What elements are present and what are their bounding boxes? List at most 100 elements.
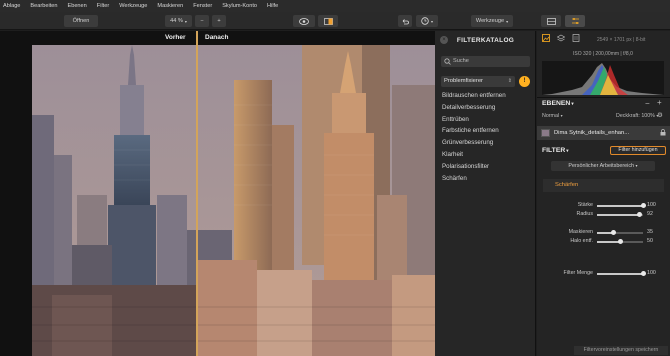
active-filter-name: Schärfen (555, 182, 579, 188)
menu-item-0[interactable]: Ablage (3, 3, 20, 9)
catalog-title: FILTERKATALOG (456, 37, 515, 44)
slider-value: 100 (647, 202, 656, 208)
image-canvas[interactable]: Vorher Danach (0, 31, 435, 356)
metadata-icon[interactable] (572, 34, 580, 42)
filter-item[interactable]: Klarheit (442, 151, 463, 158)
filter-item[interactable]: Polarisationsfilter (442, 163, 489, 170)
slider-track[interactable] (597, 239, 643, 244)
preview-eye-button[interactable] (293, 15, 315, 27)
slider-knob[interactable] (617, 239, 623, 244)
slider-knob[interactable] (640, 203, 646, 208)
slider-label: Filter Menge (563, 270, 593, 276)
menu-item-6[interactable]: Fenster (193, 3, 212, 9)
menu-item-5[interactable]: Maskieren (157, 3, 183, 9)
search-input[interactable]: Suche (441, 56, 530, 67)
chevron-down-icon: ▾ (506, 18, 509, 24)
slider-label: Halo entf. (570, 238, 593, 244)
filter-item[interactable]: Schärfen (442, 175, 467, 182)
open-button[interactable]: Öffnen (64, 15, 98, 27)
slider-fill (597, 205, 643, 207)
slider-track[interactable] (597, 230, 643, 235)
compare-button[interactable] (318, 15, 338, 27)
adjustments-panel: 2549 × 1701 px | 8-bit ISO 320 | 200,00m… (537, 31, 670, 356)
slider-track[interactable] (597, 271, 646, 276)
slider-value: 35 (647, 229, 653, 235)
eye-icon (299, 17, 309, 25)
filter-item[interactable]: Grünverbesserung (442, 139, 493, 146)
slider-label: Maskieren (568, 229, 593, 235)
tools-dropdown[interactable]: Werkzeuge ▾ (471, 15, 513, 27)
add-layer-button[interactable]: + (657, 98, 662, 107)
layers-title[interactable]: EBENEN▾ (542, 100, 574, 107)
before-after-divider[interactable] (196, 31, 198, 356)
layers-title-text: EBENEN (542, 100, 571, 107)
exif-info: ISO 320 | 200,00mm | f/8,0 (573, 51, 633, 57)
slider-track[interactable] (597, 212, 643, 217)
menu-item-2[interactable]: Ebenen (67, 3, 86, 9)
chevron-down-icon: ▾ (560, 113, 563, 118)
filter-item[interactable]: Bildrauschen entfernen (442, 92, 506, 99)
menu-item-8[interactable]: Hilfe (267, 3, 278, 9)
category-dropdown[interactable]: Problemfixierer ⇕ (441, 76, 515, 87)
zoom-dropdown[interactable]: 44 % ▾ (165, 15, 192, 27)
undo-icon (402, 18, 409, 24)
toolbar: Öffnen 44 % ▾ − + ▾ Werkzeuge ▾ (0, 12, 670, 30)
slider-track[interactable] (597, 203, 646, 208)
chevron-down-icon: ▾ (571, 101, 574, 106)
info-icon[interactable]: ! (519, 76, 530, 87)
menu-item-1[interactable]: Bearbeiten (30, 3, 57, 9)
city-photo (32, 45, 435, 356)
layers-icon[interactable] (556, 34, 566, 42)
slider-knob[interactable] (640, 271, 646, 276)
category-label: Problemfixierer (444, 78, 483, 84)
layer-row[interactable]: Dima Sytnik_details_enhan... (537, 126, 670, 140)
image-icon[interactable] (542, 34, 550, 42)
divider (537, 97, 670, 98)
menu-item-4[interactable]: Werkzeuge (119, 3, 147, 9)
zoom-level: 44 % (170, 18, 183, 24)
slider-fill (597, 214, 640, 216)
slider-knob[interactable] (636, 212, 642, 217)
add-filter-button[interactable]: Filter hinzufügen (610, 146, 666, 155)
filter-item[interactable]: Enttrüben (442, 116, 469, 123)
filter-catalog-panel: × FILTERKATALOG Suche Problemfixierer ⇕ … (435, 31, 536, 356)
slider-knob[interactable] (610, 230, 616, 235)
opacity-control[interactable]: Deckkraft: 100% ▾ (616, 113, 658, 119)
slider-value: 100 (647, 270, 656, 276)
menu-item-3[interactable]: Filter (97, 3, 109, 9)
filter-title[interactable]: FILTER▾ (542, 147, 569, 154)
zoom-out-button[interactable]: − (195, 15, 209, 27)
zoom-in-button[interactable]: + (212, 15, 226, 27)
workspace-preset-label: Persönlicher Arbeitsbereich (568, 163, 635, 169)
image-dimensions: 2549 × 1701 px | 8-bit (597, 37, 646, 43)
slider-label: Stärke (577, 202, 593, 208)
gear-icon[interactable]: ⚙ (657, 111, 663, 119)
slider-row: Filter Menge 100 (537, 270, 670, 278)
undo-button[interactable] (398, 15, 412, 27)
active-filter-header[interactable]: Schärfen (543, 179, 664, 192)
adjust-panel-button[interactable] (565, 15, 585, 27)
clock-icon (421, 17, 429, 25)
menu-bar: Ablage Bearbeiten Ebenen Filter Werkzeuge Mas… (0, 0, 670, 12)
catalog-toggle-button[interactable] (541, 15, 561, 27)
layer-name: Dima Sytnik_details_enhan... (554, 130, 630, 136)
lock-icon (660, 129, 666, 138)
filter-item[interactable]: Farbstiche entfernen (442, 127, 499, 134)
blend-mode-select[interactable]: Normal ▾ (542, 113, 563, 119)
before-label: Vorher (165, 34, 186, 41)
slider-row: Maskieren 35 (537, 229, 670, 237)
remove-layer-button[interactable]: − (645, 99, 650, 108)
search-icon (444, 58, 451, 65)
history-button[interactable]: ▾ (416, 15, 438, 27)
menu-item-7[interactable]: Skylum-Konto (222, 3, 257, 9)
panels-icon (546, 17, 556, 25)
after-label: Danach (205, 34, 229, 41)
filter-item[interactable]: Detailverbesserung (442, 104, 495, 111)
slider-row: Stärke 100 (537, 202, 670, 210)
slider-fill (597, 241, 620, 243)
chevron-down-icon: ▾ (184, 18, 187, 24)
save-filter-preset-button[interactable]: Filtervoreinstellungen speichern (574, 346, 668, 355)
chevron-down-icon: ▾ (430, 18, 433, 24)
tools-label: Werkzeuge (475, 18, 505, 24)
workspace-preset-dropdown[interactable]: Persönlicher Arbeitsbereich ▾ (551, 161, 655, 171)
